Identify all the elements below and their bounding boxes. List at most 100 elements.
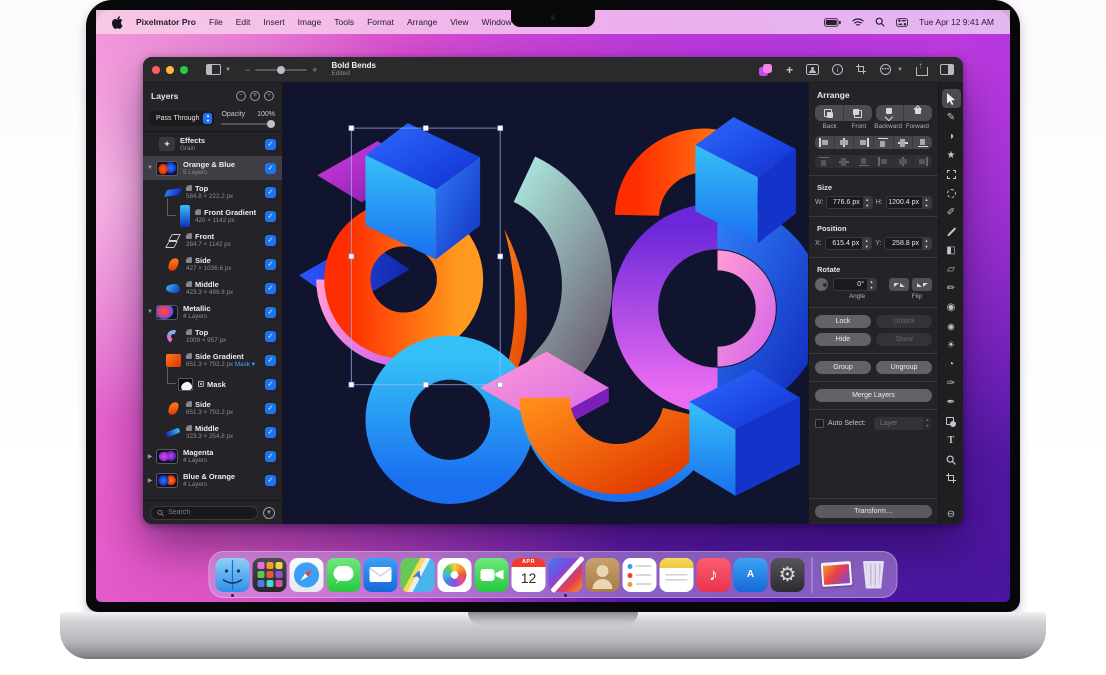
layer-row-side[interactable]: Side 427 × 1036.6 px ✓ [143, 252, 282, 276]
dock-settings-icon[interactable]: ⚙ [770, 557, 805, 592]
mask-chevron-icon[interactable]: ▾ [250, 361, 255, 368]
bring-to-front-button[interactable] [842, 105, 872, 121]
photo-browser-icon[interactable] [806, 64, 820, 75]
opacity-slider-thumb[interactable] [267, 120, 275, 128]
auto-select-dropdown[interactable]: Layer ▲ ▼ [874, 417, 932, 430]
clone-tool[interactable]: ◉ [942, 298, 961, 317]
dock-safari-icon[interactable] [289, 557, 324, 592]
zoom-in-button[interactable]: + [312, 65, 317, 75]
crop-icon[interactable] [856, 64, 867, 75]
align-center-h-button[interactable] [833, 136, 854, 149]
zoom-out-button[interactable]: − [245, 65, 250, 75]
effects-tool[interactable]: ★ [942, 146, 961, 165]
lock-button[interactable]: Lock [815, 315, 871, 328]
dock-contacts-icon[interactable] [585, 557, 620, 592]
layer-filter-icon[interactable]: ≡ [250, 91, 260, 101]
blend-mode-select[interactable]: Pass Through ▲ ▼ [150, 111, 215, 126]
rotation-dial[interactable] [815, 278, 828, 291]
menu-image[interactable]: Image [298, 17, 322, 27]
send-to-back-button[interactable] [815, 105, 843, 121]
control-center-icon[interactable] [896, 17, 909, 27]
blur-tool[interactable] [942, 317, 961, 336]
wifi-icon[interactable] [852, 17, 864, 27]
menu-arrange[interactable]: Arrange [407, 17, 437, 27]
layer-visibility-checkbox[interactable]: ✓ [265, 186, 276, 198]
disclosure-chevron-icon[interactable]: ▶ [147, 477, 153, 484]
align-bottom-button[interactable] [912, 136, 932, 149]
dock-maps-icon[interactable] [400, 557, 435, 592]
close-button[interactable] [152, 65, 160, 74]
pencil-tool[interactable]: ✏ [942, 279, 961, 298]
show-button[interactable]: Show [876, 333, 932, 346]
layer-visibility-checkbox[interactable]: ✓ [265, 426, 276, 438]
layer-row-blue-orange[interactable]: ▶ Blue & Orange 4 Layers ✓ [143, 468, 282, 492]
layer-visibility-checkbox[interactable]: ✓ [265, 474, 276, 486]
type-tool[interactable]: T [942, 431, 961, 450]
layer-row-metallic[interactable]: ▼ Metallic 4 Layers ✓ [143, 300, 282, 324]
apple-menu-icon[interactable] [112, 15, 123, 29]
dock-appstore-icon[interactable] [733, 557, 768, 592]
erase-tool[interactable]: ▱ [942, 260, 961, 279]
auto-select-checkbox[interactable] [815, 419, 824, 428]
hide-button[interactable]: Hide [815, 333, 871, 346]
unlock-button[interactable]: Unlock [876, 315, 932, 328]
menu-edit[interactable]: Edit [236, 17, 251, 27]
width-field[interactable]: 776.6 px ▲ ▼ [826, 196, 873, 209]
menu-view[interactable]: View [450, 17, 468, 27]
layer-row-front[interactable]: Front 284.7 × 1142 px ✓ [143, 228, 282, 252]
dock-finder-icon[interactable] [215, 557, 250, 597]
zoom-slider-thumb[interactable] [277, 65, 286, 74]
stepper-icon[interactable]: ▲ ▼ [922, 197, 931, 208]
layer-visibility-checkbox[interactable]: ✓ [265, 138, 276, 150]
zoom-tool[interactable] [942, 450, 961, 469]
disclosure-chevron-icon[interactable]: ▼ [147, 309, 153, 315]
distribute-right-button[interactable] [853, 155, 873, 168]
layer-visibility-checkbox[interactable]: ✓ [265, 162, 276, 174]
x-field[interactable]: 615.4 px ▲ ▼ [824, 237, 873, 250]
layer-visibility-checkbox[interactable]: ✓ [265, 378, 276, 390]
layer-visibility-checkbox[interactable]: ✓ [265, 282, 276, 294]
minimize-button[interactable] [166, 65, 174, 74]
mask-link[interactable]: Mask [235, 361, 250, 368]
distribute-bottom-button[interactable] [912, 155, 932, 168]
quick-select-tool[interactable]: ✐ [942, 203, 961, 222]
layer-visibility-checkbox[interactable]: ✓ [265, 330, 276, 342]
transform-button[interactable]: Transform… [815, 505, 932, 518]
dock-pixelmator-icon[interactable] [548, 557, 583, 597]
crop-tool[interactable] [942, 469, 961, 488]
dock-photos-icon[interactable] [437, 557, 472, 592]
more-options-icon[interactable]: ••• ▼ [880, 64, 903, 75]
line-tool[interactable] [942, 222, 961, 241]
layer-row-metal-side[interactable]: Side 851.3 × 793.2 px ✓ [143, 396, 282, 420]
layer-row-front-gradient[interactable]: Front Gradient 420 × 1142 px ✓ [143, 198, 282, 228]
opacity-slider[interactable] [221, 120, 275, 128]
layer-row-top[interactable]: Top 584.8 × 222.2 px ✓ [143, 180, 282, 204]
menu-clock[interactable]: Tue Apr 12 9:41 AM [919, 17, 994, 27]
ungroup-button[interactable]: Ungroup [876, 361, 932, 374]
add-layer-icon[interactable]: + [264, 91, 274, 101]
distribute-top-button[interactable] [873, 155, 893, 168]
free-select-tool[interactable] [942, 184, 961, 203]
add-layer-button[interactable]: + [786, 63, 793, 77]
distribute-left-button[interactable] [815, 155, 834, 168]
stepper-icon[interactable]: ▲ ▼ [862, 197, 872, 208]
dock-trash-icon[interactable] [857, 558, 891, 592]
dock-mail-icon[interactable] [363, 557, 398, 592]
layer-visibility-checkbox[interactable]: ✓ [265, 234, 276, 246]
search-filter-icon[interactable]: ▼ [263, 506, 275, 519]
disclosure-chevron-icon[interactable]: ▶ [147, 453, 153, 460]
align-top-button[interactable] [873, 136, 893, 149]
dock-music-icon[interactable]: ♪ [696, 557, 731, 592]
distribute-center-h-button[interactable] [833, 155, 854, 168]
stepper-icon[interactable]: ▲ ▼ [862, 238, 872, 249]
menu-insert[interactable]: Insert [263, 17, 284, 27]
layer-visibility-checkbox[interactable]: ✓ [265, 354, 276, 366]
sharpen-tool[interactable]: ☀ [942, 336, 961, 355]
layer-visibility-checkbox[interactable]: ✓ [265, 306, 276, 318]
menu-format[interactable]: Format [367, 17, 394, 27]
layer-row-magenta[interactable]: ▶ Magenta 4 Layers ✓ [143, 444, 282, 468]
remove-layer-icon[interactable]: − [236, 91, 246, 101]
send-backward-button[interactable] [876, 105, 904, 121]
disclosure-chevron-icon[interactable]: ▼ [147, 165, 153, 171]
layer-visibility-checkbox[interactable]: ✓ [265, 258, 276, 270]
